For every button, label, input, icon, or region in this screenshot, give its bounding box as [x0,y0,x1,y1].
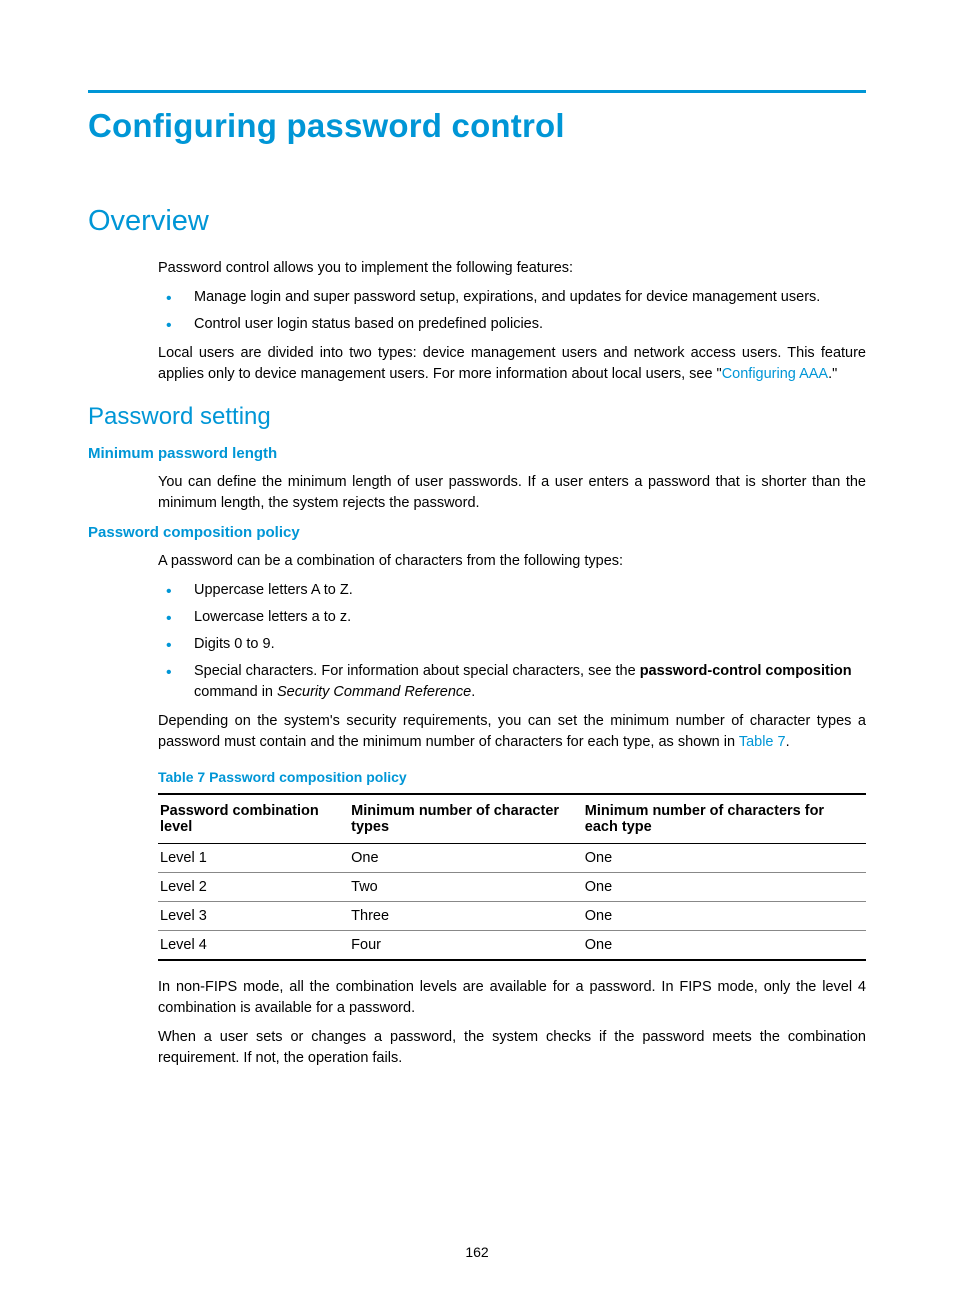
cell-chars: One [583,902,866,931]
composition-para2: Depending on the system's security requi… [158,711,866,753]
text: ." [828,366,837,382]
composition-intro: A password can be a combination of chara… [158,551,866,572]
table-row: Level 3 Three One [158,902,866,931]
password-setting-heading: Password setting [88,403,866,431]
table-header: Minimum number of character types [349,794,583,844]
cell-level: Level 3 [158,902,349,931]
cell-types: Three [349,902,583,931]
top-rule [88,90,866,93]
link-table-7[interactable]: Table 7 [739,734,786,750]
composition-after1: In non-FIPS mode, all the combination le… [158,977,866,1019]
cell-level: Level 1 [158,844,349,873]
composition-heading: Password composition policy [88,524,866,541]
text: . [786,734,790,750]
text: Special characters. For information abou… [194,663,640,679]
table-caption: Table 7 Password composition policy [158,769,866,785]
table-row: Level 2 Two One [158,873,866,902]
composition-after2: When a user sets or changes a password, … [158,1027,866,1069]
list-item: Uppercase letters A to Z. [158,580,866,601]
table-row: Level 4 Four One [158,931,866,961]
composition-bullets: Uppercase letters A to Z. Lowercase lett… [158,580,866,703]
overview-bullets: Manage login and super password setup, e… [158,287,866,335]
overview-heading: Overview [88,205,866,238]
min-length-para: You can define the minimum length of use… [158,472,866,514]
list-item: Digits 0 to 9. [158,634,866,655]
list-item: Manage login and super password setup, e… [158,287,866,308]
min-length-heading: Minimum password length [88,445,866,462]
table-header: Password combination level [158,794,349,844]
cell-types: Two [349,873,583,902]
cell-types: One [349,844,583,873]
overview-intro: Password control allows you to implement… [158,258,866,279]
page-number: 162 [0,1244,954,1260]
cell-chars: One [583,931,866,961]
bold-text: password-control composition [640,663,852,679]
overview-para2: Local users are divided into two types: … [158,343,866,385]
table-header: Minimum number of characters for each ty… [583,794,866,844]
cell-level: Level 4 [158,931,349,961]
cell-types: Four [349,931,583,961]
link-configuring-aaa[interactable]: Configuring AAA [722,366,828,382]
list-item: Special characters. For information abou… [158,661,866,703]
list-item: Lowercase letters a to z. [158,607,866,628]
table-row: Level 1 One One [158,844,866,873]
cell-level: Level 2 [158,873,349,902]
text: . [471,684,475,700]
cell-chars: One [583,873,866,902]
cell-chars: One [583,844,866,873]
composition-table: Password combination level Minimum numbe… [158,793,866,961]
italic-text: Security Command Reference [277,684,471,700]
list-item: Control user login status based on prede… [158,314,866,335]
text: command in [194,684,277,700]
page-title: Configuring password control [88,107,866,145]
